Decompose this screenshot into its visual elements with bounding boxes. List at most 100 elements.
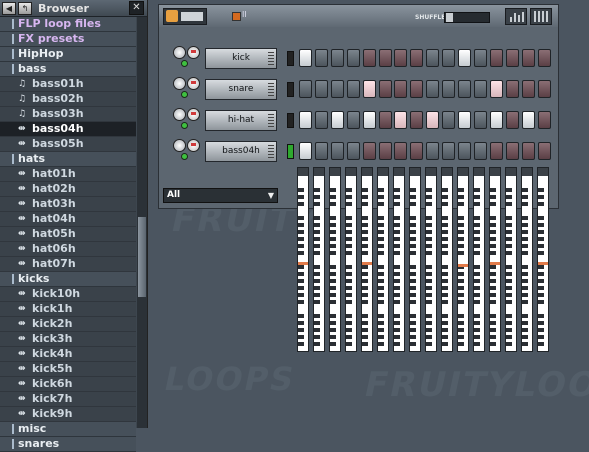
step-button[interactable] bbox=[537, 142, 551, 160]
piano-roll-column[interactable] bbox=[521, 167, 533, 352]
browser-folder[interactable]: kicks bbox=[0, 272, 136, 287]
back-arrow-icon[interactable]: ◀ bbox=[2, 1, 16, 15]
step-button[interactable] bbox=[410, 80, 424, 98]
step-button[interactable] bbox=[537, 111, 551, 129]
step-button[interactable] bbox=[330, 49, 344, 67]
step-button[interactable] bbox=[378, 49, 392, 67]
volume-knob[interactable] bbox=[187, 108, 200, 121]
browser-folder[interactable]: FLP loop files bbox=[0, 17, 136, 32]
step-button[interactable] bbox=[521, 142, 535, 160]
step-button[interactable] bbox=[473, 111, 487, 129]
step-button[interactable] bbox=[299, 49, 312, 67]
piano-roll-column[interactable] bbox=[473, 167, 485, 352]
step-button[interactable] bbox=[314, 49, 328, 67]
step-button[interactable] bbox=[362, 111, 376, 129]
step-button[interactable] bbox=[442, 142, 456, 160]
channel-button[interactable]: bass04h bbox=[205, 141, 277, 162]
step-button[interactable] bbox=[362, 142, 376, 160]
step-button[interactable] bbox=[537, 80, 551, 98]
step-button[interactable] bbox=[458, 80, 471, 98]
browser-folder[interactable]: hats bbox=[0, 152, 136, 167]
mute-led-icon[interactable] bbox=[181, 91, 188, 98]
step-button[interactable] bbox=[489, 142, 503, 160]
step-button[interactable] bbox=[473, 80, 487, 98]
browser-folder[interactable]: misc bbox=[0, 422, 136, 437]
step-button[interactable] bbox=[473, 49, 487, 67]
volume-knob[interactable] bbox=[187, 46, 200, 59]
browser-file[interactable]: ⇹ hat04h bbox=[0, 212, 136, 227]
browser-file[interactable]: ♫ bass02h bbox=[0, 92, 136, 107]
step-button[interactable] bbox=[394, 80, 408, 98]
volume-knob[interactable] bbox=[187, 77, 200, 90]
step-button[interactable] bbox=[314, 142, 328, 160]
browser-file[interactable]: ⇹ bass04h bbox=[0, 122, 136, 137]
step-button[interactable] bbox=[330, 142, 344, 160]
step-button[interactable] bbox=[442, 49, 456, 67]
browser-folder[interactable]: FX presets bbox=[0, 32, 136, 47]
step-button[interactable] bbox=[314, 80, 328, 98]
pan-knob[interactable] bbox=[173, 108, 186, 121]
step-button[interactable] bbox=[362, 80, 376, 98]
browser-file[interactable]: ♫ bass01h bbox=[0, 77, 136, 92]
piano-roll-column[interactable] bbox=[329, 167, 341, 352]
piano-roll-column[interactable] bbox=[441, 167, 453, 352]
step-button[interactable] bbox=[346, 80, 360, 98]
browser-file[interactable]: ⇹ hat05h bbox=[0, 227, 136, 242]
step-button[interactable] bbox=[378, 142, 392, 160]
channel-select-led[interactable] bbox=[287, 82, 294, 97]
step-button[interactable] bbox=[410, 49, 424, 67]
piano-roll-column[interactable] bbox=[457, 167, 469, 352]
piano-roll-column[interactable] bbox=[537, 167, 549, 352]
browser-scrollbar[interactable] bbox=[137, 17, 147, 428]
step-button[interactable] bbox=[410, 111, 424, 129]
step-button[interactable] bbox=[394, 142, 408, 160]
channel-button[interactable]: hi-hat bbox=[205, 110, 277, 131]
browser-file[interactable]: ⇹ kick5h bbox=[0, 362, 136, 377]
step-button[interactable] bbox=[314, 111, 328, 129]
piano-roll-column[interactable] bbox=[297, 167, 309, 352]
step-button[interactable] bbox=[521, 49, 535, 67]
step-button[interactable] bbox=[505, 142, 519, 160]
piano-roll-column[interactable] bbox=[345, 167, 357, 352]
browser-file[interactable]: ⇹ hat07h bbox=[0, 257, 136, 272]
step-button[interactable] bbox=[489, 111, 503, 129]
browser-file[interactable]: ⇹ hat03h bbox=[0, 197, 136, 212]
step-button[interactable] bbox=[473, 142, 487, 160]
step-button[interactable] bbox=[330, 80, 344, 98]
pan-knob[interactable] bbox=[173, 77, 186, 90]
step-button[interactable] bbox=[521, 111, 535, 129]
step-button[interactable] bbox=[442, 111, 456, 129]
piano-roll-column[interactable] bbox=[361, 167, 373, 352]
browser-file[interactable]: ⇹ kick2h bbox=[0, 317, 136, 332]
step-button[interactable] bbox=[378, 111, 392, 129]
step-button[interactable] bbox=[426, 142, 440, 160]
piano-roll-column[interactable] bbox=[489, 167, 501, 352]
step-button[interactable] bbox=[394, 111, 408, 129]
browser-file[interactable]: ⇹ kick6h bbox=[0, 377, 136, 392]
browser-file[interactable]: ⇹ kick3h bbox=[0, 332, 136, 347]
channel-select-led[interactable] bbox=[287, 51, 294, 66]
keyboard-view-button[interactable] bbox=[530, 8, 552, 25]
step-button[interactable] bbox=[442, 80, 456, 98]
browser-file[interactable]: ⇹ kick9h bbox=[0, 407, 136, 422]
browser-file[interactable]: ⇹ bass05h bbox=[0, 137, 136, 152]
shuffle-slider-handle[interactable] bbox=[446, 13, 453, 22]
step-button[interactable] bbox=[362, 49, 376, 67]
channel-button[interactable]: kick bbox=[205, 48, 277, 69]
piano-roll-column[interactable] bbox=[409, 167, 421, 352]
browser-file[interactable]: ⇹ hat01h bbox=[0, 167, 136, 182]
piano-roll-column[interactable] bbox=[425, 167, 437, 352]
step-button[interactable] bbox=[458, 111, 471, 129]
browser-file[interactable]: ⇹ hat02h bbox=[0, 182, 136, 197]
volume-knob[interactable] bbox=[187, 139, 200, 152]
piano-roll-column[interactable] bbox=[377, 167, 389, 352]
browser-file[interactable]: ⇹ kick4h bbox=[0, 347, 136, 362]
pan-knob[interactable] bbox=[173, 139, 186, 152]
step-button[interactable] bbox=[505, 111, 519, 129]
mute-led-icon[interactable] bbox=[181, 122, 188, 129]
mute-led-icon[interactable] bbox=[181, 60, 188, 67]
step-button[interactable] bbox=[426, 49, 440, 67]
dropdown-arrow-icon[interactable]: ▼ bbox=[268, 189, 274, 202]
browser-folder[interactable]: snares bbox=[0, 437, 136, 452]
channel-select-led[interactable] bbox=[287, 113, 294, 128]
